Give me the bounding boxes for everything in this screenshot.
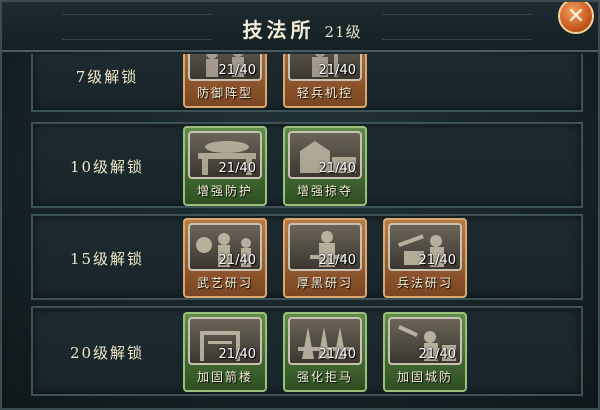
tech-name: 武艺研习 — [196, 276, 253, 290]
tech-progress: 21/40 — [318, 161, 356, 176]
close-icon: ✕ — [566, 3, 586, 29]
tech-card[interactable]: 21/40 兵法研习 — [383, 218, 467, 298]
tech-card[interactable]: 21/40 厚黑研习 — [283, 218, 367, 298]
title-bar: 技法所 21级 — [2, 2, 598, 52]
window-title-text: 技法所 — [242, 18, 315, 42]
tech-name: 增强掠夺 — [296, 184, 353, 198]
tech-progress: 21/40 — [318, 253, 356, 268]
tech-image: 21/40 — [188, 131, 262, 179]
tech-image: 21/40 — [288, 317, 362, 365]
row-unlock-label: 7级解锁 — [75, 68, 139, 86]
tech-row: 20级解锁 21/40 加固箭楼 21/40 强化拒马 21/40 加固城防 — [31, 306, 583, 396]
tech-name: 防御阵型 — [196, 86, 253, 100]
tech-image: 21/40 — [288, 223, 362, 271]
tech-card[interactable]: 21/40 轻兵机控 — [283, 54, 367, 108]
tech-list[interactable]: 7级解锁 21/40 防御阵型 21/40 轻兵机控 10级解锁 21/40 增… — [16, 54, 588, 408]
tech-image: 21/40 — [388, 317, 462, 365]
row-unlock-label: 10级解锁 — [69, 158, 145, 176]
tech-name: 厚黑研习 — [296, 276, 353, 290]
tech-image: 21/40 — [288, 131, 362, 179]
building-level: 21级 — [324, 23, 362, 41]
tech-name: 轻兵机控 — [296, 86, 353, 100]
tech-progress: 21/40 — [318, 347, 356, 362]
tech-image: 21/40 — [388, 223, 462, 271]
tech-card[interactable]: 21/40 增强防护 — [183, 126, 267, 206]
tech-card[interactable]: 21/40 强化拒马 — [283, 312, 367, 392]
tech-name: 加固箭楼 — [196, 370, 253, 384]
row-unlock-label: 20级解锁 — [69, 344, 145, 362]
tech-row: 15级解锁 21/40 武艺研习 21/40 厚黑研习 21/40 兵法研习 — [31, 214, 583, 300]
tech-image: 21/40 — [188, 317, 262, 365]
tech-name: 加固城防 — [396, 370, 453, 384]
tech-card[interactable]: 21/40 加固城防 — [383, 312, 467, 392]
tech-progress: 21/40 — [218, 347, 256, 362]
tech-row: 10级解锁 21/40 增强防护 21/40 增强掠夺 — [31, 122, 583, 208]
window-title: 技法所 21级 — [2, 14, 598, 43]
tech-card[interactable]: 21/40 增强掠夺 — [283, 126, 367, 206]
row-unlock-label: 15级解锁 — [69, 250, 145, 268]
tech-image: 21/40 — [288, 54, 362, 81]
tech-image: 21/40 — [188, 223, 262, 271]
tech-progress: 21/40 — [318, 63, 356, 78]
tech-name: 增强防护 — [196, 184, 253, 198]
tech-progress: 21/40 — [418, 347, 456, 362]
tech-image: 21/40 — [188, 54, 262, 81]
tech-row: 7级解锁 21/40 防御阵型 21/40 轻兵机控 — [31, 54, 583, 112]
tech-name: 强化拒马 — [296, 370, 353, 384]
tech-progress: 21/40 — [218, 63, 256, 78]
tech-progress: 21/40 — [418, 253, 456, 268]
tech-card[interactable]: 21/40 武艺研习 — [183, 218, 267, 298]
tech-name: 兵法研习 — [396, 276, 453, 290]
tech-card[interactable]: 21/40 加固箭楼 — [183, 312, 267, 392]
tech-institute-window: 技法所 21级 ✕ 7级解锁 21/40 防御阵型 21/40 轻兵机控 10级… — [0, 0, 600, 410]
tech-progress: 21/40 — [218, 253, 256, 268]
tech-progress: 21/40 — [218, 161, 256, 176]
tech-card[interactable]: 21/40 防御阵型 — [183, 54, 267, 108]
